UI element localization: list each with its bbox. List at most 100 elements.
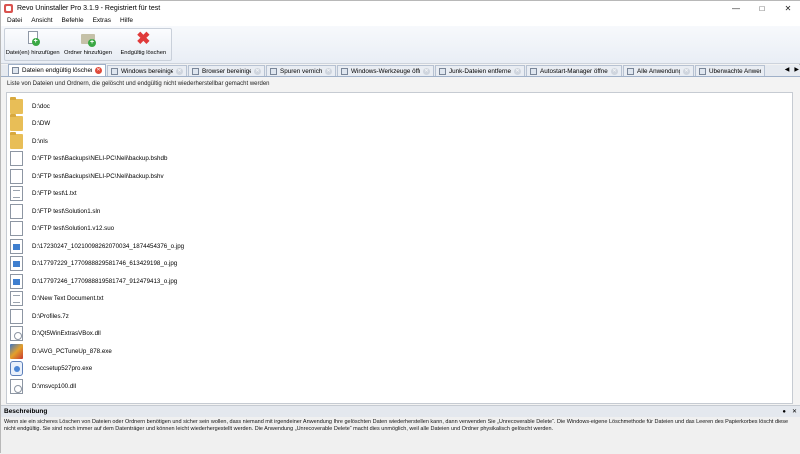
menu-befehle[interactable]: Befehle bbox=[62, 17, 84, 24]
tab-spuren-vernichten[interactable]: Spuren vernichten ✕ bbox=[266, 65, 336, 76]
add-files-button[interactable]: + Datei(en) hinzufügen bbox=[5, 29, 60, 60]
menu-bar: Datei Ansicht Befehle Extras Hilfe bbox=[1, 15, 800, 26]
file-path: D:\nls bbox=[32, 137, 48, 145]
list-item[interactable]: D:\nls bbox=[10, 131, 48, 150]
folder-icon bbox=[10, 131, 23, 149]
menu-extras[interactable]: Extras bbox=[93, 17, 111, 24]
folder-icon bbox=[10, 96, 23, 114]
list-item[interactable]: D:\17230247_10210098262070034_1874454376… bbox=[10, 237, 184, 255]
list-item[interactable]: D:\msvcp100.dll bbox=[10, 377, 76, 395]
tab-close-icon[interactable]: ✕ bbox=[611, 67, 618, 75]
list-item[interactable]: D:\FTP test\Backups\NELI-PC\Neli\backup.… bbox=[10, 167, 164, 185]
tab-close-icon[interactable]: ✕ bbox=[423, 67, 430, 75]
list-item[interactable]: D:\New Text Document.txt bbox=[10, 290, 103, 308]
list-item[interactable]: D:\FTP test\Backups\NELI-PC\Neli\backup.… bbox=[10, 150, 167, 168]
tab-ueberwachte-anwendungen[interactable]: Überwachte Anwendu bbox=[695, 65, 765, 76]
list-item[interactable]: D:\Qt5WinExtrasVBox.dll bbox=[10, 325, 101, 343]
file-path: D:\FTP test\Solution1.sln bbox=[32, 207, 101, 215]
text-file-icon bbox=[10, 186, 23, 201]
tab-close-icon[interactable]: ✕ bbox=[95, 67, 102, 74]
image-file-icon bbox=[10, 256, 23, 271]
menu-hilfe[interactable]: Hilfe bbox=[120, 17, 133, 24]
file-path: D:\doc bbox=[32, 102, 50, 110]
tab-scroll-left-icon[interactable]: ◀ bbox=[785, 66, 790, 73]
tab-label: Junk-Dateien entfernen... bbox=[449, 67, 511, 75]
file-path: D:\ccsetup527pro.exe bbox=[32, 365, 93, 372]
list-item[interactable]: D:\doc bbox=[10, 96, 50, 115]
add-files-label: Datei(en) hinzufügen bbox=[5, 50, 60, 56]
file-path: D:\DW bbox=[32, 120, 51, 127]
app-exe-icon bbox=[10, 343, 23, 359]
tab-label: Autostart-Manager öffnen... bbox=[540, 67, 608, 75]
tab-close-icon[interactable]: ✕ bbox=[683, 67, 690, 75]
tab-label: Windows-Werkzeuge öffnen... bbox=[351, 67, 420, 75]
setup-exe-icon bbox=[10, 361, 23, 376]
file-path: D:\FTP test\Solution1.v12.suo bbox=[32, 225, 115, 232]
toolbar-group: + Datei(en) hinzufügen + Ordner hinzufüg… bbox=[4, 28, 172, 61]
list-item[interactable]: D:\FTP test\Solution1.v12.suo bbox=[10, 220, 114, 238]
description-header: Beschreibung ● ✕ bbox=[1, 406, 800, 417]
window-title: Revo Uninstaller Pro 3.1.9 - Registriert… bbox=[17, 4, 161, 12]
tab-icon bbox=[341, 67, 348, 75]
list-item[interactable]: D:\AVG_PCTuneUp_878.exe bbox=[10, 342, 112, 360]
list-item[interactable]: D:\FTP test\1.txt bbox=[10, 185, 77, 203]
minimize-button[interactable]: — bbox=[723, 1, 749, 15]
maximize-button[interactable]: □ bbox=[749, 1, 775, 15]
text-file-icon bbox=[10, 291, 23, 306]
file-path: D:\msvcp100.dll bbox=[32, 382, 77, 390]
main-content: Liste von Dateien und Ordnern, die gelös… bbox=[1, 77, 800, 405]
tab-alle-anwendungen[interactable]: Alle Anwendungen ✕ bbox=[623, 65, 694, 76]
tab-label: Überwachte Anwendu bbox=[709, 67, 761, 75]
menu-ansicht[interactable]: Ansicht bbox=[31, 17, 52, 24]
toolbar: + Datei(en) hinzufügen + Ordner hinzufüg… bbox=[1, 26, 800, 64]
tab-icon bbox=[627, 67, 634, 75]
folder-icon bbox=[10, 114, 23, 131]
tab-close-icon[interactable]: ✕ bbox=[176, 67, 183, 75]
file-path: D:\17797246_1770988819581747_912479413_o… bbox=[32, 277, 178, 285]
list-item[interactable]: D:\Profiles.7z bbox=[10, 307, 69, 325]
document-icon bbox=[10, 221, 23, 236]
delete-x-icon: ✖ bbox=[136, 29, 151, 48]
add-folder-icon: + bbox=[80, 31, 96, 47]
list-item[interactable]: D:\FTP test\Solution1.sln bbox=[10, 202, 100, 220]
tab-close-icon[interactable]: ✕ bbox=[325, 67, 332, 75]
list-item[interactable]: D:\17797246_1770988819581747_912479413_o… bbox=[10, 272, 177, 290]
list-item[interactable]: D:\DW bbox=[10, 114, 51, 133]
tab-scroll-right-icon[interactable]: ▶ bbox=[794, 66, 799, 73]
close-button[interactable]: ✕ bbox=[775, 1, 800, 15]
tab-windows-bereinigen[interactable]: Windows bereinigen... ✕ bbox=[107, 65, 187, 76]
delete-permanently-label: Endgültig löschen bbox=[120, 50, 167, 56]
tab-close-icon[interactable]: ✕ bbox=[254, 67, 261, 75]
tab-icon bbox=[699, 67, 706, 75]
tab-icon bbox=[192, 67, 199, 75]
window-controls: — □ ✕ bbox=[723, 1, 800, 15]
list-item[interactable]: D:\17797229_1770988829581746_613429198_o… bbox=[10, 255, 177, 273]
file-list[interactable]: D:\doc D:\DW D:\nls D:\FTP test\Backups\NEL… bbox=[6, 92, 793, 404]
file-path: D:\AVG_PCTuneUp_878.exe bbox=[32, 347, 112, 355]
tab-icon bbox=[439, 67, 446, 75]
description-close-icon[interactable]: ✕ bbox=[792, 408, 797, 415]
tab-label: Alle Anwendungen bbox=[637, 67, 680, 75]
image-file-icon bbox=[10, 238, 23, 254]
add-folder-button[interactable]: + Ordner hinzufügen bbox=[60, 29, 115, 60]
pin-icon[interactable]: ● bbox=[782, 409, 786, 415]
tab-junk-dateien[interactable]: Junk-Dateien entfernen... ✕ bbox=[435, 65, 525, 76]
tab-autostart-manager[interactable]: Autostart-Manager öffnen... ✕ bbox=[526, 65, 622, 76]
tab-icon bbox=[12, 67, 19, 74]
tab-browser-bereinigen[interactable]: Browser bereinigen... ✕ bbox=[188, 65, 265, 76]
tab-windows-werkzeuge[interactable]: Windows-Werkzeuge öffnen... ✕ bbox=[337, 65, 434, 76]
tab-label: Spuren vernichten bbox=[280, 67, 322, 75]
tab-label: Dateien endgültig löschen... bbox=[22, 67, 92, 74]
delete-permanently-button[interactable]: ✖ Endgültig löschen bbox=[116, 29, 171, 60]
dll-file-icon bbox=[10, 378, 23, 394]
menu-datei[interactable]: Datei bbox=[7, 17, 22, 24]
document-icon bbox=[10, 168, 23, 184]
tab-icon bbox=[111, 67, 118, 75]
tab-dateien-endgueltig-loeschen[interactable]: Dateien endgültig löschen... ✕ bbox=[8, 64, 106, 76]
file-path: D:\17797229_1770988829581746_613429198_o… bbox=[32, 260, 178, 267]
tab-icon bbox=[530, 67, 537, 75]
description-controls: ● ✕ bbox=[776, 406, 797, 417]
description-panel: Beschreibung ● ✕ Wenn sie ein sicheres L… bbox=[1, 405, 800, 454]
list-item[interactable]: D:\ccsetup527pro.exe bbox=[10, 360, 92, 378]
tab-close-icon[interactable]: ✕ bbox=[514, 67, 521, 75]
